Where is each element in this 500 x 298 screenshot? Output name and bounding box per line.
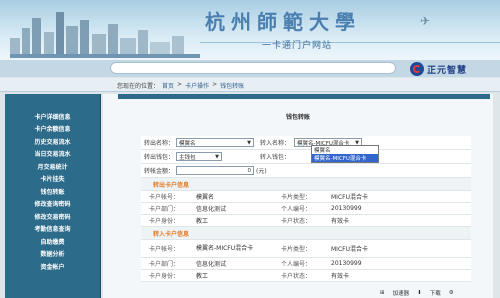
download-icon[interactable]: ⬇ (417, 290, 422, 296)
out-name-label: 转出名称： (144, 140, 175, 147)
chevron-down-icon: ▼ (247, 139, 251, 146)
sidebar-item-card-details[interactable]: 卡户详细信息 (5, 110, 100, 123)
out-wallet-select[interactable]: 主钱包 ▼ (176, 152, 222, 161)
breadcrumb-separator: > (177, 81, 183, 88)
sidebar-item-data-analysis[interactable]: 数据分析 (5, 248, 100, 261)
header-banner: 杭州師範大學 一卡通门户网站 ✈ (0, 0, 500, 60)
out-wallet-label: 转出钱包： (144, 154, 175, 161)
in-role-label: 卡户身份： (149, 273, 180, 280)
network-icon[interactable]: ⊞ (380, 290, 385, 296)
breadcrumb-section[interactable]: 卡户操作 (185, 81, 209, 90)
page-title: 钱包转账 (285, 114, 310, 121)
sidebar-item-today-transactions[interactable]: 当日交易流水 (5, 148, 100, 161)
sidebar-item-report-loss[interactable]: 卡片挂失 (5, 173, 100, 186)
table-row: 卡户帐号： 模翼名-MICFU混合卡 卡片类型： MICFU混合卡 (141, 240, 471, 258)
browser-status-bar: ⊞ 加速器 ⬇ 下载 ⚙ (380, 288, 500, 298)
chevron-down-icon: ▼ (215, 153, 219, 160)
out-name-value: 模翼名 (179, 140, 196, 147)
out-role-value: 教工 (196, 218, 209, 225)
out-card-type-label: 卡片类型： (281, 194, 312, 201)
transfer-form: 转出名称： 模翼名 ▼ 转入名称： 模翼名-MICFU混合卡 ▼ 转出钱包： 主… (141, 136, 471, 282)
breadcrumb: 您现在的位置： 首页 > 卡户操作 > 钱包转账 (117, 81, 244, 90)
sidebar-item-attendance[interactable]: 考勤信息查询 (5, 223, 100, 236)
banner-title: 杭州師範大學 (205, 10, 361, 34)
sidebar: 卡户详细信息 卡户余额信息 历史交易流水 当日交易流水 月交易统计 卡片挂失 钱… (5, 94, 101, 298)
dropdown-option-selected[interactable]: 模翼名-MICFU混合卡 (312, 154, 378, 162)
in-status-value: 有效卡 (331, 273, 350, 280)
out-wallet-value: 主钱包 (179, 154, 196, 161)
logo-icon (410, 62, 424, 76)
in-card-type-label: 卡片类型： (281, 246, 312, 253)
out-dept-label: 卡户部门： (149, 206, 180, 213)
in-card-section-title: 转入卡户信息 (141, 227, 471, 240)
out-account-value: 模翼名 (196, 194, 215, 201)
dropdown-option[interactable]: 模翼名 (312, 146, 378, 154)
sidebar-item-fund-account[interactable]: 资金帐户 (5, 260, 100, 273)
sidebar-item-change-query-password[interactable]: 修改查询密码 (5, 198, 100, 211)
in-dept-value: 信息化测试 (196, 261, 227, 268)
sidebar-item-history-transactions[interactable]: 历史交易流水 (5, 135, 100, 148)
airplane-icon: ✈ (420, 14, 431, 28)
breadcrumb-current: 钱包转账 (220, 83, 245, 90)
settings-icon[interactable]: ⚙ (449, 290, 454, 296)
in-id-value: 20130999 (331, 260, 362, 267)
out-id-value: 20130999 (331, 205, 362, 212)
in-wallet-label: 转入钱包： (260, 154, 291, 161)
form-row-names: 转出名称： 模翼名 ▼ 转入名称： 模翼名-MICFU混合卡 ▼ (141, 136, 471, 150)
out-status-value: 有效卡 (331, 218, 350, 225)
table-row: 卡户身份： 教工 卡户状态： 有效卡 (141, 215, 471, 227)
breadcrumb-home[interactable]: 首页 (162, 81, 174, 90)
table-row: 卡户部门： 信息化测试 个人编号： 20130999 (141, 203, 471, 215)
search-input[interactable] (110, 62, 396, 74)
sidebar-item-change-trade-password[interactable]: 修改交易密码 (5, 210, 100, 223)
panel-header (118, 94, 490, 99)
out-role-label: 卡户身份： (149, 218, 180, 225)
out-card-type-value: MICFU混合卡 (331, 194, 368, 201)
table-row: 卡户帐号： 模翼名 卡片类型： MICFU混合卡 (141, 191, 471, 203)
banner-subtitle: 一卡通门户网站 (262, 41, 333, 51)
banner-divider (200, 42, 500, 43)
sidebar-item-card-balance[interactable]: 卡户余额信息 (5, 123, 100, 136)
amount-input[interactable]: 0 (176, 166, 254, 175)
sidebar-item-self-payment[interactable]: 自助缴费 (5, 235, 100, 248)
in-card-type-value: MICFU混合卡 (331, 246, 368, 253)
in-account-value: 模翼名-MICFU混合卡 (196, 245, 254, 252)
breadcrumb-bar (0, 78, 500, 92)
out-status-label: 卡户状态： (281, 218, 312, 225)
main-panel: 钱包转账 转出名称： 模翼名 ▼ 转入名称： 模翼名-MICFU混合卡 ▼ 转出… (103, 94, 493, 298)
out-id-label: 个人编号： (281, 206, 312, 213)
amount-unit: (元) (256, 168, 267, 175)
breadcrumb-separator: > (212, 81, 218, 88)
sidebar-item-monthly-stats[interactable]: 月交易统计 (5, 160, 100, 173)
out-name-select[interactable]: 模翼名 ▼ (176, 138, 254, 147)
accelerator-label[interactable]: 加速器 (393, 289, 410, 297)
out-account-label: 卡户帐号： (149, 194, 180, 201)
in-status-label: 卡户状态： (281, 273, 312, 280)
form-row-wallets: 转出钱包： 主钱包 ▼ 转入钱包： (141, 150, 471, 164)
in-role-value: 教工 (196, 273, 209, 280)
table-row: 卡户部门： 信息化测试 个人编号： 20130999 (141, 258, 471, 270)
amount-value: 0 (247, 167, 252, 174)
out-card-section-title: 转出卡户信息 (141, 178, 471, 191)
sidebar-header (5, 94, 100, 110)
in-dept-label: 卡户部门： (149, 261, 180, 268)
breadcrumb-prefix: 您现在的位置： (117, 83, 160, 90)
table-row: 卡户身份： 教工 卡户状态： 有效卡 (141, 270, 471, 282)
in-name-label: 转入名称： (260, 140, 291, 147)
brand-logo: 正元智慧 (410, 60, 500, 78)
skyline-illustration (10, 12, 200, 58)
sidebar-item-wallet-transfer[interactable]: 钱包转账 (5, 185, 100, 198)
logo-text: 正元智慧 (427, 65, 468, 76)
in-id-label: 个人编号： (281, 261, 312, 268)
in-name-dropdown-list: 模翼名 模翼名-MICFU混合卡 (311, 145, 379, 163)
form-row-amount: 转帐金额： 0 (元) (141, 164, 471, 178)
amount-label: 转帐金额： (144, 168, 175, 175)
download-label[interactable]: 下载 (430, 289, 441, 297)
in-account-label: 卡户帐号： (149, 246, 180, 253)
out-dept-value: 信息化测试 (196, 206, 227, 213)
